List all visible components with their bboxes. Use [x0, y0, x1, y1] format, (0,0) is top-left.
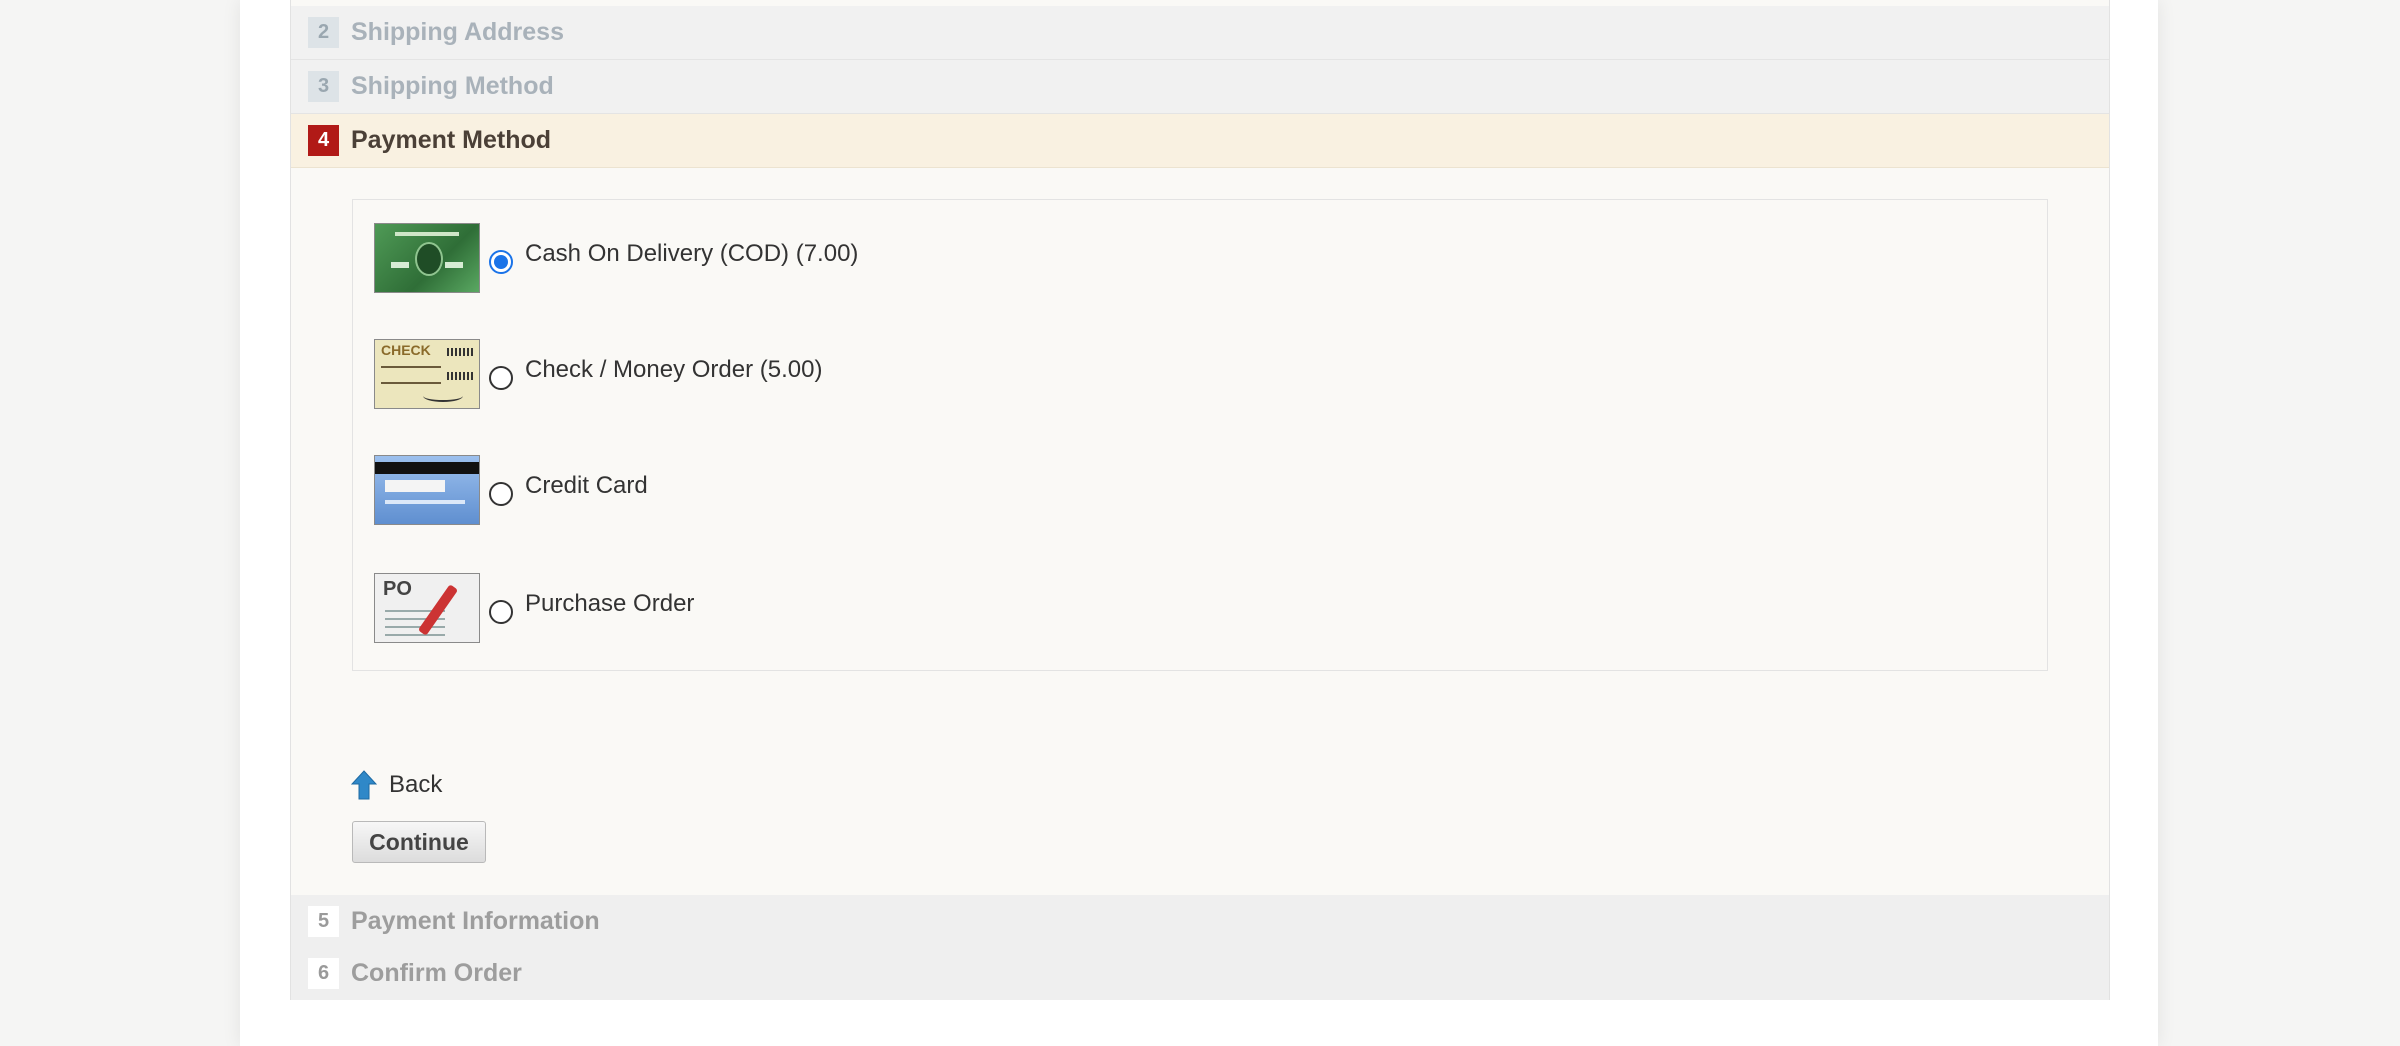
payment-option-cod[interactable]: Cash On Delivery (COD) (7.00) — [374, 222, 1074, 294]
continue-button[interactable]: Continue — [352, 821, 486, 863]
step-number: 2 — [308, 17, 339, 48]
step-title: Payment Information — [351, 907, 600, 935]
step-title: Shipping Method — [351, 72, 554, 100]
step-title: Confirm Order — [351, 959, 522, 987]
cod-label[interactable]: Cash On Delivery (COD) (7.00) — [525, 240, 858, 268]
credit-card-radio[interactable] — [489, 482, 513, 506]
step-shipping-address[interactable]: 2 Shipping Address — [291, 6, 2109, 60]
back-link[interactable]: Back — [351, 770, 442, 800]
up-arrow-icon — [351, 770, 377, 800]
step-number: 6 — [308, 958, 339, 989]
check-label[interactable]: Check / Money Order (5.00) — [525, 356, 822, 384]
payment-option-check[interactable]: CHECK Check / Money Order (5.00) — [374, 338, 1074, 410]
step-title: Payment Method — [351, 126, 552, 154]
step-number: 4 — [308, 125, 339, 156]
check-icon: CHECK — [374, 339, 480, 409]
purchase-order-icon: PO — [374, 573, 480, 643]
payment-option-purchase-order[interactable]: PO Purchase Order — [374, 572, 1074, 644]
cod-radio[interactable] — [489, 250, 513, 274]
check-radio[interactable] — [489, 366, 513, 390]
purchase-order-radio[interactable] — [489, 600, 513, 624]
checkout-steps: 2 Shipping Address 3 Shipping Method 4 P… — [290, 0, 2110, 1000]
page-container: 2 Shipping Address 3 Shipping Method 4 P… — [240, 0, 2158, 1046]
purchase-order-label[interactable]: Purchase Order — [525, 590, 694, 618]
step-confirm-order: 6 Confirm Order — [291, 947, 2109, 1000]
step-title: Shipping Address — [351, 18, 564, 46]
credit-card-icon — [374, 455, 480, 525]
payment-methods-list: Cash On Delivery (COD) (7.00) CHECK Chec… — [352, 199, 2048, 671]
payment-option-credit-card[interactable]: Credit Card — [374, 454, 1074, 526]
back-label[interactable]: Back — [389, 771, 442, 799]
step-payment-information: 5 Payment Information — [291, 895, 2109, 948]
step-shipping-method[interactable]: 3 Shipping Method — [291, 60, 2109, 114]
credit-card-label[interactable]: Credit Card — [525, 472, 648, 500]
green-card-icon — [374, 223, 480, 293]
step-payment-method: 4 Payment Method — [291, 114, 2109, 168]
step-number: 5 — [308, 906, 339, 937]
step-number: 3 — [308, 71, 339, 102]
